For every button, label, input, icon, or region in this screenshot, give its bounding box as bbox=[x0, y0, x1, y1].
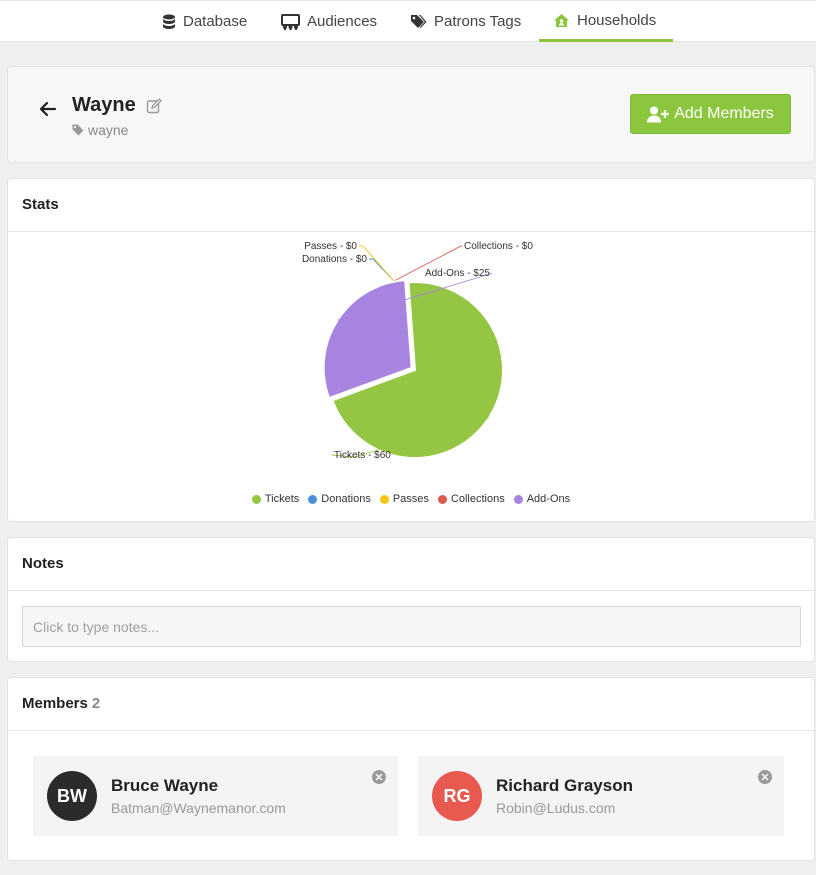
close-icon bbox=[375, 773, 383, 781]
audience-icon bbox=[281, 13, 300, 30]
add-members-label: Add Members bbox=[674, 105, 774, 122]
tab-households[interactable]: Households bbox=[539, 1, 673, 42]
member-name: Richard Grayson bbox=[496, 776, 633, 795]
slice-label-donations: Donations - $0 bbox=[302, 254, 367, 265]
stats-pie-chart: Tickets - $60 Donations - $0 Passes - $0 Co… bbox=[302, 241, 533, 461]
user-plus-icon bbox=[647, 106, 670, 122]
back-arrow-icon[interactable] bbox=[38, 99, 58, 119]
member-email: Robin@Ludus.com bbox=[496, 800, 616, 816]
slice-label-passes: Passes - $0 bbox=[304, 241, 357, 252]
top-nav: Database Audiences Patrons Tags Househol… bbox=[0, 0, 816, 42]
tab-label: Households bbox=[577, 11, 657, 29]
legend-item-donations[interactable]: Donations bbox=[308, 493, 371, 505]
slice-label-collections: Collections - $0 bbox=[464, 241, 533, 252]
house-icon bbox=[554, 13, 569, 27]
legend-label: Passes bbox=[392, 493, 429, 505]
notes-title: Notes bbox=[22, 555, 64, 572]
avatar: RG bbox=[432, 771, 482, 821]
remove-member-button[interactable] bbox=[758, 770, 772, 784]
legend-label: Donations bbox=[321, 493, 371, 505]
member-card[interactable]: BW Bruce Wayne Batman@Waynemanor.com bbox=[33, 756, 398, 836]
household-name: Wayne bbox=[72, 94, 136, 116]
legend-swatch bbox=[251, 494, 261, 504]
tab-label: Database bbox=[183, 13, 248, 30]
legend-swatch bbox=[437, 494, 447, 504]
add-members-button[interactable]: Add Members bbox=[630, 94, 791, 134]
household-header: Wayne wayne Add Members bbox=[7, 66, 815, 163]
household-tag: wayne bbox=[72, 122, 128, 138]
divider bbox=[8, 730, 814, 731]
avatar: BW bbox=[47, 771, 97, 821]
divider bbox=[8, 590, 814, 591]
database-icon bbox=[163, 14, 175, 29]
legend-swatch bbox=[513, 494, 523, 504]
notes-input[interactable] bbox=[22, 606, 801, 647]
tags-icon bbox=[411, 15, 427, 28]
member-name: Bruce Wayne bbox=[111, 776, 219, 795]
notes-card: Notes bbox=[7, 537, 815, 662]
legend-swatch bbox=[379, 494, 389, 504]
legend-item-collections[interactable]: Collections bbox=[437, 493, 505, 505]
member-email: Batman@Waynemanor.com bbox=[111, 800, 286, 816]
members-card: Members 2 BW Bruce Wayne Batman@Waynemano… bbox=[7, 677, 815, 861]
member-card[interactable]: RG Richard Grayson Robin@Ludus.com bbox=[418, 756, 784, 836]
legend-item-tickets[interactable]: Tickets bbox=[251, 493, 300, 505]
edit-icon[interactable] bbox=[146, 98, 162, 114]
legend-label: Add-Ons bbox=[526, 493, 571, 505]
legend-label: Tickets bbox=[264, 493, 300, 505]
tag-label: wayne bbox=[88, 122, 129, 138]
slice-label-add-ons: Add-Ons - $25 bbox=[425, 268, 490, 279]
chart-legend: Tickets Donations Passes Collections Add-Ons bbox=[8, 493, 814, 505]
tab-database[interactable]: Database bbox=[148, 1, 261, 42]
legend-item-add-ons[interactable]: Add-Ons bbox=[513, 493, 571, 505]
tab-patrons-tags[interactable]: Patrons Tags bbox=[396, 1, 535, 42]
slice-label-tickets: Tickets - $60 bbox=[334, 450, 391, 461]
tag-icon bbox=[72, 124, 84, 136]
members-title: Members 2 bbox=[22, 695, 100, 712]
members-title-label: Members bbox=[22, 695, 88, 712]
tab-audiences[interactable]: Audiences bbox=[267, 1, 391, 42]
stats-title: Stats bbox=[22, 196, 59, 213]
legend-label: Collections bbox=[450, 493, 505, 505]
remove-member-button[interactable] bbox=[372, 770, 386, 784]
members-count: 2 bbox=[91, 695, 101, 712]
tab-label: Audiences bbox=[307, 13, 378, 30]
stats-card: Stats Tickets - $60 Donations - $0 Passes … bbox=[7, 178, 815, 522]
tab-label: Patrons Tags bbox=[434, 13, 522, 30]
legend-item-passes[interactable]: Passes bbox=[379, 493, 429, 505]
leader-line-donations bbox=[369, 258, 395, 282]
legend-swatch bbox=[308, 494, 318, 504]
close-icon bbox=[761, 773, 769, 781]
